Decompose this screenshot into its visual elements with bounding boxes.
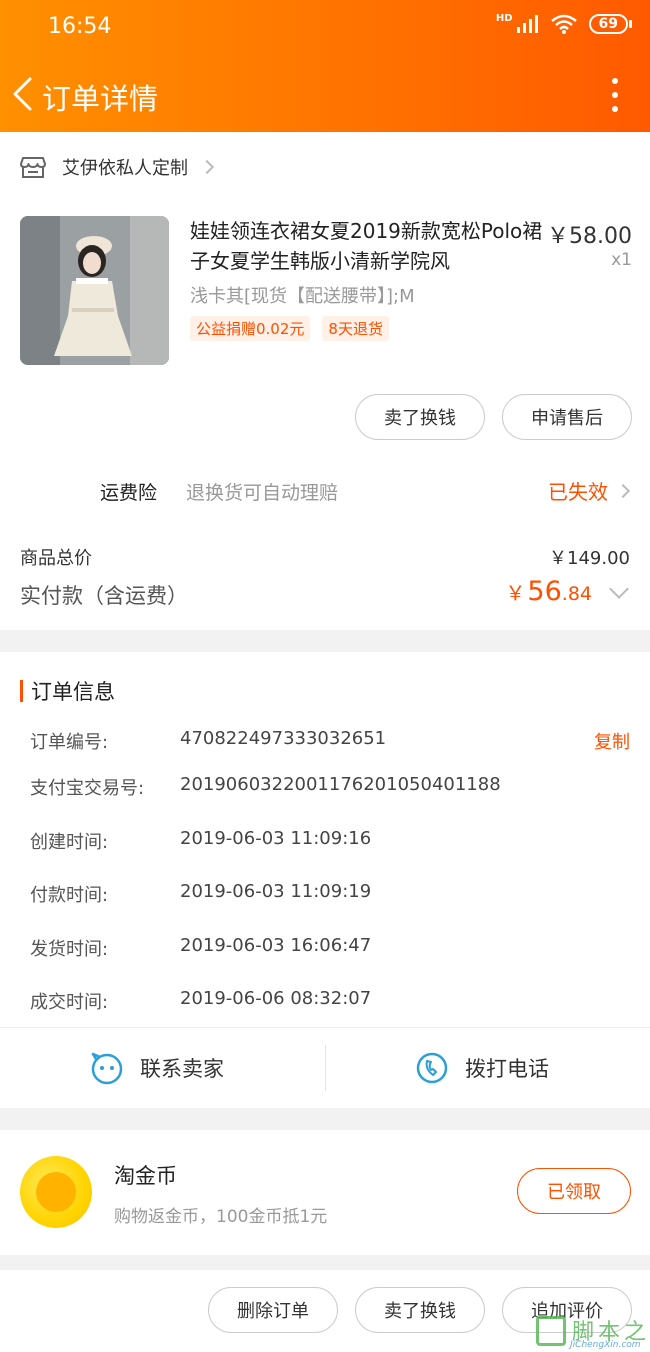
shop-icon bbox=[20, 157, 46, 178]
info-key: 订单编号: bbox=[30, 732, 109, 753]
network-type: HD bbox=[495, 12, 513, 24]
product-price: ￥58.00 bbox=[547, 224, 632, 249]
page-title: 订单详情 bbox=[42, 82, 159, 116]
watermark-sub: JiChengXin.com bbox=[570, 1340, 641, 1350]
more-dot-icon bbox=[612, 92, 618, 98]
insurance-status: 已失效 bbox=[548, 480, 608, 504]
shop-link[interactable]: 艾伊依私人定制 bbox=[20, 154, 215, 180]
info-row-shipped: 发货时间: 2019-06-03 16:06:47 bbox=[30, 935, 630, 965]
insurance-desc: 退换货可自动理赔 bbox=[186, 482, 339, 504]
paid-integer: 56 bbox=[527, 576, 562, 607]
chat-face-icon bbox=[91, 1052, 123, 1085]
sell-button-bottom[interactable]: 卖了换钱 bbox=[355, 1287, 485, 1333]
shop-name: 艾伊依私人定制 bbox=[62, 158, 188, 179]
info-key: 成交时间: bbox=[30, 992, 109, 1013]
info-key: 创建时间: bbox=[30, 832, 109, 853]
call-phone-button[interactable]: 拨打电话 bbox=[415, 1028, 549, 1108]
info-row-completed: 成交时间: 2019-06-06 08:32:07 bbox=[30, 988, 630, 1018]
section-accent-bar bbox=[20, 680, 23, 702]
coin-claimed-button[interactable]: 已领取 bbox=[517, 1168, 631, 1214]
chevron-right-icon bbox=[615, 483, 631, 498]
paid-decimal: .84 bbox=[561, 583, 592, 605]
info-row-alipay-no: 支付宝交易号: 2019060322001176201050401188 bbox=[30, 774, 630, 804]
status-bar: 16:54 HD 69 bbox=[0, 12, 650, 44]
coin-desc: 购物返金币，100金币抵1元 bbox=[114, 1207, 328, 1227]
info-value: 2019-06-03 11:09:19 bbox=[180, 881, 372, 902]
tag-charity: 公益捐赠0.02元 bbox=[190, 316, 311, 341]
chevron-down-icon[interactable] bbox=[609, 579, 629, 599]
info-key: 发货时间: bbox=[30, 939, 109, 960]
product-photo-icon bbox=[20, 216, 169, 365]
sell-button[interactable]: 卖了换钱 bbox=[355, 394, 485, 440]
info-value: 2019-06-06 08:32:07 bbox=[180, 988, 372, 1009]
phone-icon bbox=[416, 1052, 448, 1084]
insurance-status-link[interactable]: 已失效 bbox=[548, 476, 631, 505]
watermark: 脚本之家 JiChengXin.com bbox=[530, 1312, 650, 1352]
wifi-icon bbox=[550, 14, 577, 34]
info-value: 2019-06-03 11:09:16 bbox=[180, 828, 372, 849]
paid-label: 实付款（含运费） bbox=[20, 584, 188, 608]
signal-icon bbox=[516, 15, 538, 33]
section-header: 订单信息 bbox=[20, 676, 115, 706]
after-sale-button[interactable]: 申请售后 bbox=[502, 394, 632, 440]
info-value: 2019-06-03 16:06:47 bbox=[180, 935, 372, 956]
info-key: 支付宝交易号: bbox=[30, 778, 145, 799]
product-title[interactable]: 娃娃领连衣裙女夏2019新款宽松Polo裙子女夏学生韩版小清新学院风 bbox=[190, 216, 550, 276]
divider bbox=[325, 1045, 326, 1091]
app-header: 16:54 HD 69 订单详情 bbox=[0, 0, 650, 132]
product-tags: 公益捐赠0.02元 8天退货 bbox=[190, 316, 389, 341]
section-title: 订单信息 bbox=[31, 680, 115, 704]
more-dot-icon bbox=[612, 106, 618, 112]
copy-button[interactable]: 复制 bbox=[594, 728, 630, 754]
info-value[interactable]: 2019060322001176201050401188 bbox=[180, 774, 501, 795]
product-quantity: x1 bbox=[611, 250, 632, 270]
status-time: 16:54 bbox=[48, 14, 112, 39]
contact-seller-button[interactable]: 联系卖家 bbox=[90, 1028, 224, 1108]
more-menu-button[interactable] bbox=[608, 78, 622, 112]
back-button[interactable] bbox=[10, 76, 36, 112]
contact-seller-label: 联系卖家 bbox=[140, 1057, 224, 1081]
paid-amount: ￥ 56 .84 bbox=[505, 576, 592, 607]
chevron-right-icon bbox=[199, 159, 215, 175]
info-row-created: 创建时间: 2019-06-03 11:09:16 bbox=[30, 828, 630, 858]
battery-indicator: 69 bbox=[588, 14, 633, 34]
paid-currency: ￥ bbox=[505, 581, 526, 605]
product-image[interactable] bbox=[20, 216, 169, 365]
coin-title: 淘金币 bbox=[114, 1164, 177, 1188]
more-dot-icon bbox=[612, 78, 618, 84]
info-row-paid: 付款时间: 2019-06-03 11:09:19 bbox=[30, 881, 630, 911]
status-icons: HD 69 bbox=[495, 12, 633, 34]
insurance-label: 运费险 bbox=[100, 482, 158, 504]
order-info-card: 订单信息 订单编号: 470822497333032651 复制 支付宝交易号:… bbox=[0, 652, 650, 1108]
call-phone-label: 拨打电话 bbox=[465, 1057, 549, 1081]
info-key: 付款时间: bbox=[30, 885, 109, 906]
tag-return: 8天退货 bbox=[322, 316, 389, 341]
delete-order-button[interactable]: 删除订单 bbox=[208, 1287, 338, 1333]
total-label: 商品总价 bbox=[20, 548, 92, 569]
coin-card: 淘金币 购物返金币，100金币抵1元 已领取 bbox=[0, 1130, 650, 1255]
product-spec: 浅卡其[现货【配送腰带】];M bbox=[190, 286, 415, 307]
nav-bar: 订单详情 bbox=[0, 68, 650, 122]
order-card: 艾伊依私人定制 娃娃领连衣裙女夏2019新款宽松Polo裙子女夏学生韩版小清新学… bbox=[0, 132, 650, 630]
back-arrow-icon bbox=[13, 77, 32, 111]
info-row-order-no: 订单编号: 470822497333032651 复制 bbox=[30, 728, 630, 758]
watermark-logo-icon bbox=[536, 1316, 566, 1346]
gold-coin-icon bbox=[20, 1156, 92, 1228]
total-value: ￥149.00 bbox=[549, 548, 630, 569]
coin-face-icon bbox=[36, 1172, 76, 1212]
info-value[interactable]: 470822497333032651 bbox=[180, 728, 386, 749]
